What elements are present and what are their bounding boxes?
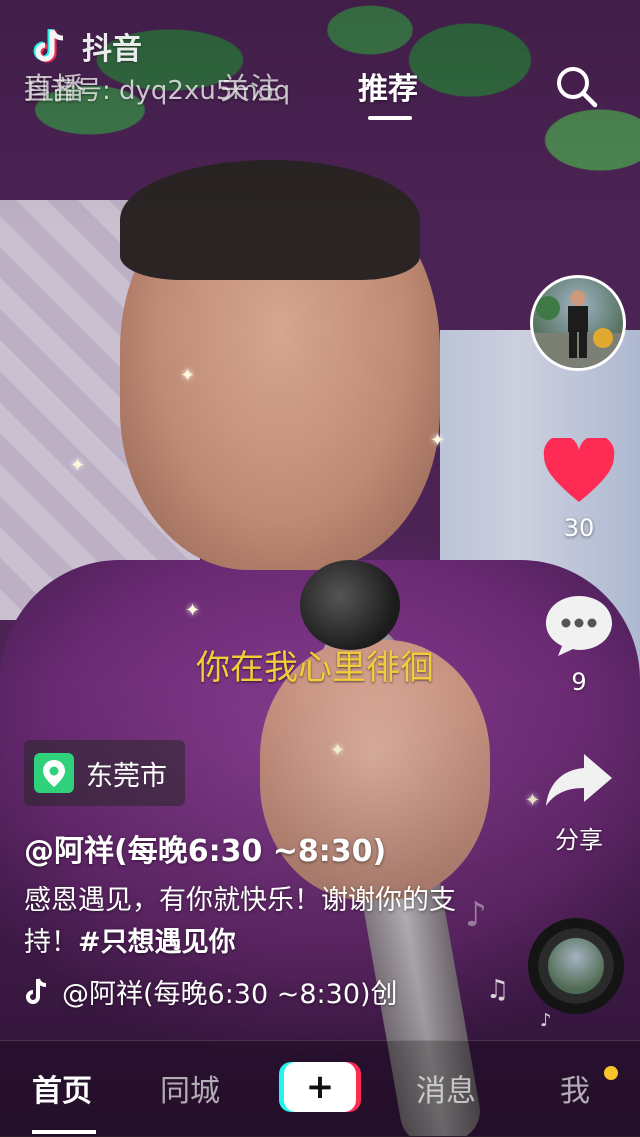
- location-label: 东莞市: [86, 760, 167, 792]
- share-label: 分享: [555, 826, 603, 854]
- comment-button[interactable]: 9: [534, 592, 624, 696]
- author-name[interactable]: @阿祥(每晚6:30 ~8:30): [24, 826, 386, 870]
- logo-text: 抖音: [82, 32, 142, 67]
- active-tab-indicator: [368, 116, 412, 120]
- like-button[interactable]: 30: [534, 435, 624, 542]
- floating-note-icon: ♪: [465, 895, 487, 935]
- tab-live[interactable]: 直播: [24, 64, 84, 108]
- video-description: 感恩遇见，有你就快乐！谢谢你的支持！#只想遇见你: [24, 880, 464, 964]
- share-button[interactable]: 分享: [534, 750, 624, 855]
- music-cover: [548, 938, 604, 994]
- like-count: 30: [563, 514, 595, 542]
- music-note-icon: [26, 977, 47, 1004]
- nav-messages[interactable]: 消息: [416, 1066, 476, 1110]
- floating-note-icon: ♪: [540, 1010, 552, 1031]
- heart-icon: [543, 435, 615, 502]
- nav-me[interactable]: 我: [560, 1066, 590, 1110]
- avatar-image: [533, 290, 623, 368]
- douyin-logo-icon: [33, 29, 64, 63]
- share-icon: [546, 754, 612, 806]
- plus-icon: +: [305, 1067, 335, 1107]
- nav-home[interactable]: 首页: [32, 1066, 92, 1110]
- tab-recommended[interactable]: 推荐: [358, 64, 418, 108]
- music-title: @阿祥(每晚6:30 ~8:30)创: [62, 979, 398, 1010]
- douyin-logo: 抖音: [26, 22, 142, 70]
- comment-count: 9: [571, 668, 587, 696]
- lyric-subtitle: 你在我心里徘徊: [196, 648, 434, 688]
- nav-home-indicator: [32, 1130, 96, 1134]
- search-icon[interactable]: [552, 62, 602, 112]
- create-button[interactable]: +: [279, 1062, 361, 1112]
- author-avatar[interactable]: [530, 275, 626, 371]
- music-disc[interactable]: [528, 918, 624, 1014]
- location-pin-icon: [34, 753, 74, 793]
- hashtag-link[interactable]: #只想遇见你: [78, 927, 236, 958]
- location-tag[interactable]: 东莞市: [24, 740, 185, 806]
- notification-dot: [604, 1066, 618, 1080]
- nav-nearby[interactable]: 同城: [160, 1066, 220, 1110]
- music-info[interactable]: @阿祥(每晚6:30 ~8:30)创: [24, 972, 422, 1011]
- tab-following[interactable]: 关注: [220, 64, 280, 108]
- comment-icon: [546, 596, 612, 656]
- floating-note-icon: ♫: [486, 975, 510, 1005]
